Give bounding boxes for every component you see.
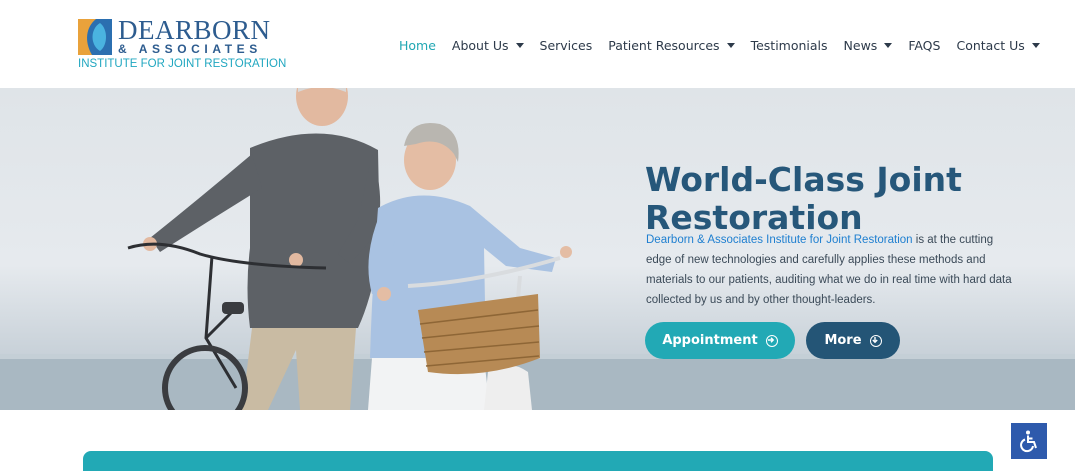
chevron-down-icon [1031, 42, 1040, 48]
appointment-button-label: Appointment [662, 333, 758, 348]
accessibility-button[interactable] [1011, 423, 1047, 459]
logo-tagline: INSTITUTE FOR JOINT RESTORATION [78, 58, 287, 70]
nav-item-faqs[interactable]: FAQS [908, 38, 940, 53]
logo-associates: & ASSOCIATES [118, 42, 262, 56]
logo-name: DEARBORN [118, 15, 271, 45]
nav-item-label: FAQS [908, 37, 941, 53]
nav-item-label: Testimonials [750, 37, 828, 53]
logo-mark-icon [78, 19, 112, 55]
site-header: DEARBORN & ASSOCIATES INSTITUTE FOR JOIN… [0, 0, 1075, 88]
hero-description: Dearborn & Associates Institute for Join… [646, 230, 1016, 310]
nav-item-contact-us[interactable]: Contact Us [956, 37, 1040, 53]
arrow-down-circle-icon [869, 334, 882, 347]
nav-item-label: Home [399, 37, 436, 53]
content-bar [83, 451, 993, 471]
logo[interactable]: DEARBORN & ASSOCIATES INSTITUTE FOR JOIN… [78, 15, 286, 71]
nav-item-patient-resources[interactable]: Patient Resources [608, 37, 735, 53]
appointment-button[interactable]: Appointment [645, 322, 795, 359]
wheelchair-icon [1020, 430, 1037, 453]
chevron-down-icon [884, 42, 893, 48]
nav-item-label: About Us [451, 37, 509, 53]
nav-item-label: Services [539, 37, 593, 53]
more-button[interactable]: More [806, 322, 900, 359]
chevron-down-icon [515, 42, 524, 48]
nav-item-label: News [843, 37, 878, 53]
chevron-down-icon [726, 42, 735, 48]
nav-item-testimonials[interactable]: Testimonials [751, 38, 828, 53]
hero-section: World-Class Joint Restoration Dearborn &… [0, 88, 1075, 410]
nav-item-label: Patient Resources [608, 37, 720, 53]
nav-item-news[interactable]: News [844, 38, 893, 53]
nav-item-label: Contact Us [956, 37, 1025, 53]
main-nav: Home About Us Services Patient Resources… [399, 36, 1056, 54]
arrow-right-circle-icon [765, 334, 778, 347]
hero-title: World-Class Joint Restoration [645, 160, 962, 238]
more-button-label: More [824, 333, 862, 348]
nav-item-services[interactable]: Services [540, 38, 593, 53]
nav-item-home[interactable]: Home [399, 38, 436, 53]
nav-item-about-us[interactable]: About Us [452, 38, 524, 53]
institute-link[interactable]: Dearborn & Associates Institute for Join… [646, 234, 913, 246]
